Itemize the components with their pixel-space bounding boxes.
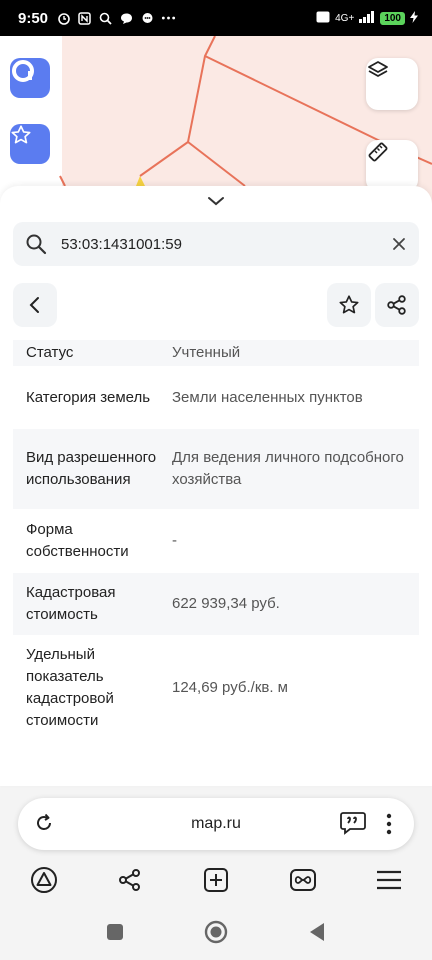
browser-url-bar[interactable]: map.ru xyxy=(18,798,414,850)
layers-icon xyxy=(368,61,388,77)
search-input[interactable]: 53:03:1431001:59 xyxy=(61,236,391,253)
detail-key: Форма собственности xyxy=(26,521,129,560)
detail-row-cadastral-value: Кадастровая стоимость 622 939,34 руб. xyxy=(13,573,419,635)
status-bar: 9:50 4G+ 100 xyxy=(0,0,432,36)
nfc-icon xyxy=(77,11,92,26)
tabs-icon[interactable] xyxy=(289,867,317,898)
layers-button[interactable] xyxy=(366,58,418,110)
system-nav-bar xyxy=(0,908,432,960)
detail-key: Кадастровая стоимость xyxy=(26,584,116,623)
detail-key: Категория земель xyxy=(26,388,151,406)
share-button[interactable] xyxy=(375,283,419,327)
parcel-info-sheet: 53:03:1431001:59 Статус Учтенный Категор… xyxy=(0,186,432,786)
recent-apps-icon[interactable] xyxy=(106,923,124,946)
favorites-button[interactable] xyxy=(10,124,50,164)
share-icon[interactable] xyxy=(117,867,143,898)
ruler-icon xyxy=(368,142,388,162)
detail-row-ownership: Форма собственности - xyxy=(13,509,419,573)
chat-icon xyxy=(119,11,134,26)
charging-icon xyxy=(410,10,418,26)
chevron-down-icon xyxy=(208,197,224,206)
more-notifications-icon xyxy=(161,11,176,26)
detail-row-land-category: Категория земель Земли населенных пункто… xyxy=(13,366,419,429)
search-icon xyxy=(26,234,47,255)
battery-indicator: 100 xyxy=(380,11,405,25)
detail-value: Для ведения личного подсобного хозяйства xyxy=(172,449,404,488)
browser-bottom-nav xyxy=(0,856,432,908)
back-icon[interactable] xyxy=(308,922,326,947)
volte-icon xyxy=(316,11,330,26)
quote-icon[interactable] xyxy=(340,811,366,840)
detail-key: Вид разрешенного использования xyxy=(26,449,157,488)
map-view[interactable] xyxy=(0,36,432,206)
detail-value: Земли населенных пунктов xyxy=(172,388,363,406)
detail-value: 622 939,34 руб. xyxy=(172,595,280,612)
home-triangle-icon[interactable] xyxy=(30,866,58,899)
bookmark-button[interactable] xyxy=(327,283,371,327)
detail-row-permitted-use: Вид разрешенного использования Для веден… xyxy=(13,429,419,509)
chevron-left-icon xyxy=(29,297,39,313)
search-bar[interactable]: 53:03:1431001:59 xyxy=(13,222,419,266)
system-status: 4G+ 100 xyxy=(316,10,418,26)
message-icon xyxy=(140,11,155,26)
app-logo[interactable] xyxy=(10,58,50,98)
notification-icons xyxy=(56,11,176,26)
network-type: 4G+ xyxy=(335,12,355,24)
detail-value: Учтенный xyxy=(172,344,241,361)
detail-key: Удельный показатель кадастровой стоимост… xyxy=(26,646,114,729)
home-icon[interactable] xyxy=(204,920,228,949)
status-time: 9:50 xyxy=(18,9,49,27)
search-notification-icon xyxy=(98,11,113,26)
new-tab-icon[interactable] xyxy=(203,867,229,898)
share-icon xyxy=(387,295,406,315)
signal-icon xyxy=(359,10,375,26)
menu-icon[interactable] xyxy=(376,869,402,896)
detail-row-specific-value: Удельный показатель кадастровой стоимост… xyxy=(13,635,419,741)
parcel-details-table: Статус Учтенный Категория земель Земли н… xyxy=(13,340,419,741)
alarm-icon xyxy=(56,11,71,26)
back-button[interactable] xyxy=(13,283,57,327)
detail-value: 124,69 руб./кв. м xyxy=(172,679,288,696)
collapse-chevron[interactable] xyxy=(206,194,226,212)
star-icon xyxy=(339,295,359,314)
detail-row-status: Статус Учтенный xyxy=(13,340,419,366)
more-menu-icon[interactable] xyxy=(386,813,392,840)
detail-key: Статус xyxy=(26,344,74,361)
detail-value: - xyxy=(172,532,177,549)
ruler-button[interactable] xyxy=(366,140,418,192)
star-icon xyxy=(11,125,31,144)
clear-icon[interactable] xyxy=(391,236,407,252)
